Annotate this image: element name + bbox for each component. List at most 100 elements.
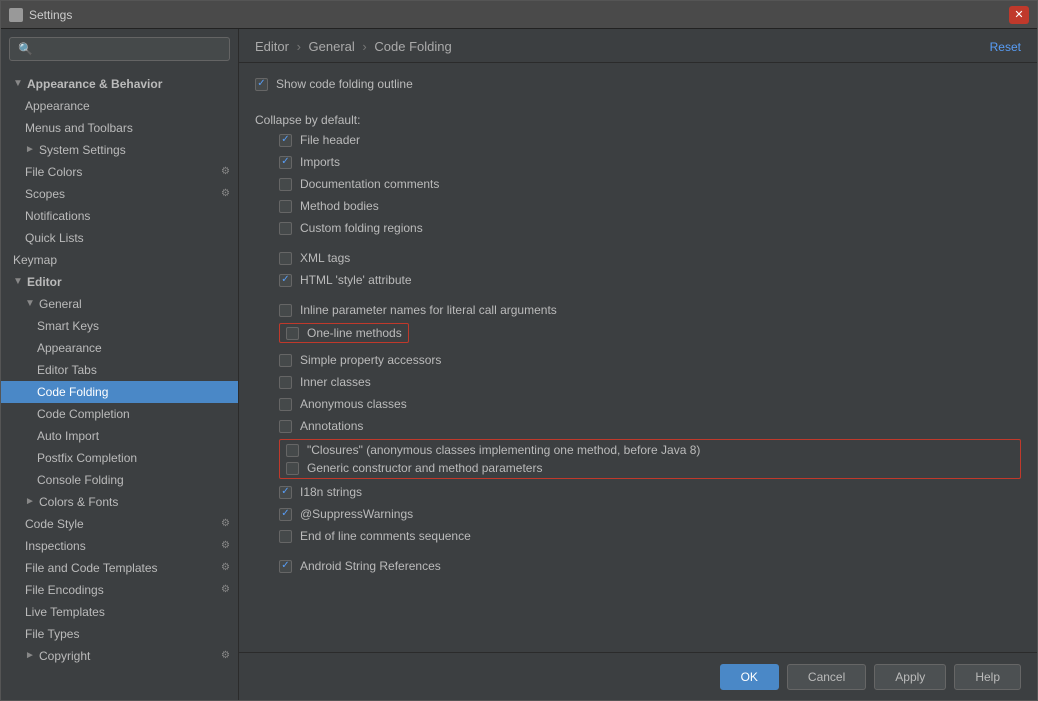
- inline-params-row: Inline parameter names for literal call …: [279, 301, 1021, 319]
- main-panel: Editor › General › Code Folding Reset Sh…: [239, 29, 1037, 700]
- sidebar-item-appearance[interactable]: Appearance: [1, 95, 238, 117]
- sidebar-item-console-folding[interactable]: Console Folding: [1, 469, 238, 491]
- search-box[interactable]: 🔍: [9, 37, 230, 61]
- xml-tags-checkbox[interactable]: [279, 252, 292, 265]
- sidebar-item-label: File and Code Templates: [25, 559, 158, 577]
- file-header-row: File header: [279, 131, 1021, 149]
- sidebar-item-label: Notifications: [25, 207, 90, 225]
- imports-label: Imports: [300, 155, 340, 169]
- sidebar-item-appearance-behavior[interactable]: ▼ Appearance & Behavior: [1, 73, 238, 95]
- html-style-label: HTML 'style' attribute: [300, 273, 412, 287]
- help-button[interactable]: Help: [954, 664, 1021, 690]
- sidebar-item-file-code-templates[interactable]: File and Code Templates ⚙: [1, 557, 238, 579]
- show-outline-row: Show code folding outline: [255, 75, 1021, 93]
- sidebar-item-system-settings[interactable]: ► System Settings: [1, 139, 238, 161]
- sidebar-item-label: Copyright: [39, 647, 90, 665]
- sidebar-item-smart-keys[interactable]: Smart Keys: [1, 315, 238, 337]
- suppress-warnings-checkbox[interactable]: [279, 508, 292, 521]
- apply-button[interactable]: Apply: [874, 664, 946, 690]
- android-string-label: Android String References: [300, 559, 441, 573]
- sidebar-item-label: Console Folding: [37, 471, 124, 489]
- sidebar-item-file-types[interactable]: File Types: [1, 623, 238, 645]
- gear-icon: ⚙: [221, 581, 238, 599]
- sidebar-item-postfix-completion[interactable]: Postfix Completion: [1, 447, 238, 469]
- sidebar-item-auto-import[interactable]: Auto Import: [1, 425, 238, 447]
- inner-classes-row: Inner classes: [279, 373, 1021, 391]
- sidebar-item-label: Auto Import: [37, 427, 99, 445]
- reset-button[interactable]: Reset: [990, 40, 1021, 54]
- sidebar-item-editor[interactable]: ▼ Editor: [1, 271, 238, 293]
- sidebar-item-file-encodings[interactable]: File Encodings ⚙: [1, 579, 238, 601]
- ok-button[interactable]: OK: [720, 664, 779, 690]
- sidebar-item-live-templates[interactable]: Live Templates: [1, 601, 238, 623]
- breadcrumb-part-code-folding: Code Folding: [374, 39, 451, 54]
- sidebar-item-scopes[interactable]: Scopes ⚙: [1, 183, 238, 205]
- closures-label: "Closures" (anonymous classes implementi…: [307, 443, 700, 457]
- search-input[interactable]: [39, 42, 221, 56]
- sidebar-item-code-style[interactable]: Code Style ⚙: [1, 513, 238, 535]
- sidebar-item-label: Menus and Toolbars: [25, 119, 133, 137]
- sidebar-item-quick-lists[interactable]: Quick Lists: [1, 227, 238, 249]
- sidebar-item-label: Appearance: [25, 97, 90, 115]
- annotations-checkbox[interactable]: [279, 420, 292, 433]
- simple-property-checkbox[interactable]: [279, 354, 292, 367]
- sidebar-item-keymap[interactable]: Keymap: [1, 249, 238, 271]
- eol-comments-checkbox[interactable]: [279, 530, 292, 543]
- window-title: Settings: [29, 8, 72, 22]
- sidebar-item-copyright[interactable]: ► Copyright ⚙: [1, 645, 238, 667]
- main-content: 🔍 ▼ Appearance & Behavior Appearance Men…: [1, 29, 1037, 700]
- file-header-checkbox[interactable]: [279, 134, 292, 147]
- anonymous-classes-checkbox[interactable]: [279, 398, 292, 411]
- collapse-arrow: ►: [25, 141, 37, 159]
- imports-checkbox[interactable]: [279, 156, 292, 169]
- inline-params-checkbox[interactable]: [279, 304, 292, 317]
- android-string-row: Android String References: [279, 557, 1021, 575]
- inner-classes-checkbox[interactable]: [279, 376, 292, 389]
- sidebar-item-label: Live Templates: [25, 603, 105, 621]
- closures-checkbox[interactable]: [286, 444, 299, 457]
- breadcrumb-part-general: General: [309, 39, 355, 54]
- i18n-checkbox[interactable]: [279, 486, 292, 499]
- sidebar-item-label: Quick Lists: [25, 229, 84, 247]
- method-bodies-checkbox[interactable]: [279, 200, 292, 213]
- android-string-checkbox[interactable]: [279, 560, 292, 573]
- sidebar-item-code-folding[interactable]: Code Folding: [1, 381, 238, 403]
- sidebar-tree: ▼ Appearance & Behavior Appearance Menus…: [1, 69, 238, 700]
- xml-tags-label: XML tags: [300, 251, 350, 265]
- cancel-button[interactable]: Cancel: [787, 664, 866, 690]
- sidebar-item-notifications[interactable]: Notifications: [1, 205, 238, 227]
- annotations-row: Annotations: [279, 417, 1021, 435]
- xml-tags-row: XML tags: [279, 249, 1021, 267]
- breadcrumb: Editor › General › Code Folding: [255, 39, 452, 54]
- one-line-methods-label: One-line methods: [307, 326, 402, 340]
- file-header-label: File header: [300, 133, 360, 147]
- sidebar-item-colors-fonts[interactable]: ► Colors & Fonts: [1, 491, 238, 513]
- sidebar-item-code-completion[interactable]: Code Completion: [1, 403, 238, 425]
- show-outline-label[interactable]: Show code folding outline: [276, 77, 413, 91]
- close-button[interactable]: ✕: [1009, 6, 1029, 24]
- sidebar-item-inspections[interactable]: Inspections ⚙: [1, 535, 238, 557]
- sidebar-item-label: General: [39, 295, 82, 313]
- sidebar-item-appearance2[interactable]: Appearance: [1, 337, 238, 359]
- custom-folding-checkbox[interactable]: [279, 222, 292, 235]
- show-outline-checkbox[interactable]: [255, 78, 268, 91]
- one-line-methods-checkbox[interactable]: [286, 327, 299, 340]
- sidebar-item-file-colors[interactable]: File Colors ⚙: [1, 161, 238, 183]
- collapse-arrow: ▼: [25, 295, 37, 313]
- doc-comments-row: Documentation comments: [279, 175, 1021, 193]
- doc-comments-checkbox[interactable]: [279, 178, 292, 191]
- sidebar-item-menus-toolbars[interactable]: Menus and Toolbars: [1, 117, 238, 139]
- method-bodies-label: Method bodies: [300, 199, 379, 213]
- html-style-checkbox[interactable]: [279, 274, 292, 287]
- anonymous-classes-row: Anonymous classes: [279, 395, 1021, 413]
- sidebar-item-label: Inspections: [25, 537, 86, 555]
- sidebar-item-general[interactable]: ▼ General: [1, 293, 238, 315]
- sidebar-item-editor-tabs[interactable]: Editor Tabs: [1, 359, 238, 381]
- generic-constructor-checkbox[interactable]: [286, 462, 299, 475]
- gear-icon: ⚙: [221, 163, 238, 181]
- eol-comments-row: End of line comments sequence: [279, 527, 1021, 545]
- search-icon: 🔍: [18, 42, 33, 56]
- gear-icon: ⚙: [221, 559, 238, 577]
- suppress-warnings-label: @SuppressWarnings: [300, 507, 413, 521]
- settings-window: Settings ✕ 🔍 ▼ Appearance & Behavior App…: [0, 0, 1038, 701]
